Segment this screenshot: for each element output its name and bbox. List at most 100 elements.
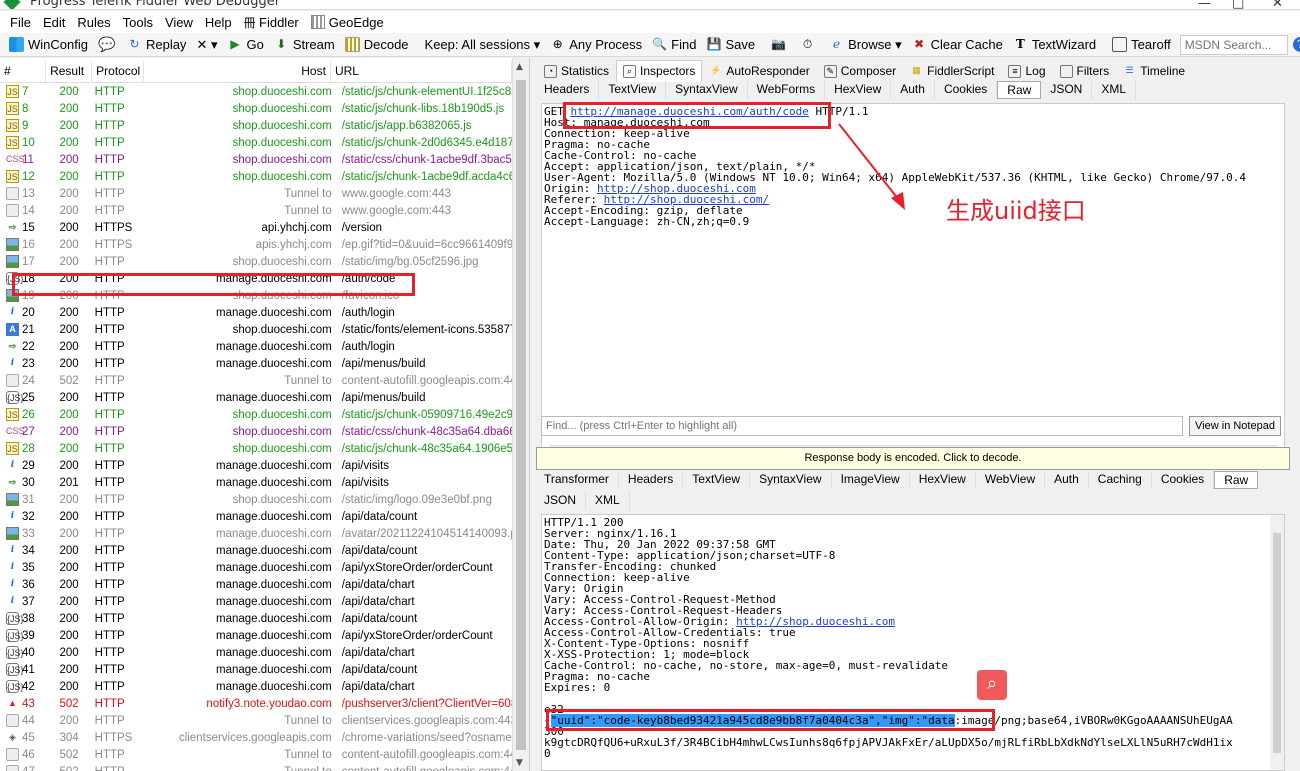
resp-tab-headers[interactable]: Headers [619, 471, 684, 489]
session-row[interactable]: i 29 200 HTTP manage.duoceshi.com/api/visits [0, 457, 512, 474]
keep-sessions-dropdown[interactable]: Keep: All sessions ▾ [420, 34, 546, 56]
session-row[interactable]: JS 8 200 HTTP shop.duoceshi.com/static/js/ch… [0, 100, 512, 117]
resp-tab-xml[interactable]: XML [586, 492, 630, 510]
stream-button[interactable]: ⬇ Stream [269, 34, 340, 56]
session-row[interactable]: JS 28 200 HTTP shop.duoceshi.com/static/js/c… [0, 440, 512, 457]
resp-tab-textview[interactable]: TextView [683, 471, 751, 489]
session-row[interactable]: CSS 11 200 HTTP shop.duoceshi.com/static/css… [0, 151, 512, 168]
tab-timeline[interactable]: ☰ Timeline [1116, 60, 1192, 82]
tab-filters[interactable]: Filters [1053, 60, 1117, 82]
decode-notice-bar[interactable]: Response body is encoded. Click to decod… [536, 447, 1290, 470]
session-row[interactable]: i 32 200 HTTP manage.duoceshi.com/api/data/c… [0, 508, 512, 525]
session-row[interactable]: 17 200 HTTP shop.duoceshi.com/static/img/bg… [0, 253, 512, 270]
menu-help[interactable]: Help [201, 15, 240, 30]
save-button[interactable]: 💾 Save [701, 34, 760, 56]
menu-rules[interactable]: Rules [73, 15, 118, 30]
resp-tab-raw[interactable]: Raw [1214, 471, 1259, 489]
find-input[interactable] [541, 416, 1183, 436]
req-tab-hexview[interactable]: HexView [825, 81, 892, 99]
session-row[interactable]: {JS} 18 200 HTTP manage.duoceshi.com/auth/co… [0, 270, 512, 287]
minimize-button[interactable]: — [1198, 0, 1211, 9]
decode-button[interactable]: Decode [340, 34, 414, 56]
comment-button[interactable]: 💬 [93, 34, 122, 56]
menu-geoedge[interactable]: GeoEdge [307, 14, 392, 30]
session-row[interactable]: i 37 200 HTTP manage.duoceshi.com/api/data/c… [0, 593, 512, 610]
resp-tab-cookies[interactable]: Cookies [1152, 471, 1215, 489]
screenshot-button[interactable]: 📷 [766, 34, 795, 56]
col-url[interactable]: URL [331, 61, 513, 83]
go-button[interactable]: ▶ Go [222, 34, 268, 56]
tab-log[interactable]: ≡ Log [1001, 60, 1052, 82]
msdn-search-input[interactable] [1179, 34, 1288, 55]
session-row[interactable]: i 35 200 HTTP manage.duoceshi.com/api/yxStor… [0, 559, 512, 576]
sessions-scrollbar[interactable]: ▲ ▼ [512, 58, 529, 771]
tab-autoresponder[interactable]: ⚡ AutoResponder [702, 60, 816, 82]
uuid-highlight[interactable]: "uuid":"code-keyb8bed93421a945cd8e9bb8f7… [550, 714, 955, 727]
response-raw-view[interactable]: HTTP/1.1 200 Server: nginx/1.16.1 Date: … [541, 514, 1285, 771]
session-row[interactable]: i 34 200 HTTP manage.duoceshi.com/api/data/c… [0, 542, 512, 559]
req-tab-auth[interactable]: Auth [891, 81, 935, 99]
session-row[interactable]: JS 10 200 HTTP shop.duoceshi.com/static/js/c… [0, 134, 512, 151]
col-protocol[interactable]: Protocol [92, 61, 145, 83]
session-row[interactable]: {JS} 25 200 HTTP manage.duoceshi.com/api/men… [0, 389, 512, 406]
session-row[interactable]: A 21 200 HTTP shop.duoceshi.com/static/fonts… [0, 321, 512, 338]
remove-button[interactable]: ✕ ▾ [191, 34, 222, 56]
tab-inspectors[interactable]: ⌕ Inspectors [616, 60, 703, 82]
session-row[interactable]: ⇨ 30 201 HTTP manage.duoceshi.com/api/visits [0, 474, 512, 491]
winconfig-button[interactable]: WinConfig [4, 34, 93, 56]
clear-cache-button[interactable]: ✖ Clear Cache [907, 34, 1008, 56]
timer-button[interactable]: ⏱ [795, 34, 824, 56]
tab-fiddlerscript[interactable]: ▦ FiddlerScript [903, 60, 1001, 82]
session-row[interactable]: 33 200 HTTP manage.duoceshi.com/avatar/2021… [0, 525, 512, 542]
textwizard-button[interactable]: T TextWizard [1008, 34, 1101, 56]
req-tab-webforms[interactable]: WebForms [748, 81, 826, 99]
close-button[interactable]: ✕ [1272, 0, 1283, 9]
resp-tab-syntaxview[interactable]: SyntaxView [750, 471, 832, 489]
replay-button[interactable]: ↻ Replay [122, 34, 191, 56]
tab-composer[interactable]: ✎ Composer [817, 60, 903, 82]
session-row[interactable]: 24 502 HTTP Tunnel to content-autofill.googl… [0, 372, 512, 389]
resp-tab-json[interactable]: JSON [535, 492, 587, 510]
session-row[interactable]: JS 9 200 HTTP shop.duoceshi.com/static/js/ap… [0, 117, 512, 134]
resp-tab-auth[interactable]: Auth [1045, 471, 1089, 489]
scroll-up-icon[interactable]: ▲ [516, 62, 523, 72]
session-row[interactable]: {JS} 40 200 HTTP manage.duoceshi.com/api/dat… [0, 644, 512, 661]
session-row[interactable]: i 36 200 HTTP manage.duoceshi.com/api/data/c… [0, 576, 512, 593]
menu-view[interactable]: View [161, 15, 201, 30]
session-row[interactable]: 13 200 HTTP Tunnel to www.google.com:443 [0, 185, 512, 202]
session-row[interactable]: 44 200 HTTP Tunnel to clientservices.googlea… [0, 712, 512, 729]
maximize-button[interactable]: □ [1232, 0, 1244, 9]
browse-button[interactable]: ℯ Browse ▾ [824, 34, 907, 56]
menu-fiddler[interactable]: 冊 Fiddler [240, 14, 307, 31]
scroll-thumb[interactable] [516, 80, 526, 750]
session-row[interactable]: CSS 27 200 HTTP shop.duoceshi.com/static/css… [0, 423, 512, 440]
session-row[interactable]: i 23 200 HTTP manage.duoceshi.com/api/menus/… [0, 355, 512, 372]
req-tab-textview[interactable]: TextView [599, 81, 667, 99]
session-row[interactable]: {JS} 42 200 HTTP manage.duoceshi.com/api/dat… [0, 678, 512, 695]
response-scrollbar[interactable] [1270, 515, 1284, 770]
menu-edit[interactable]: Edit [39, 15, 73, 30]
resp-tab-transformer[interactable]: Transformer [535, 471, 619, 489]
session-row[interactable]: JS 26 200 HTTP shop.duoceshi.com/static/js/c… [0, 406, 512, 423]
req-tab-xml[interactable]: XML [1092, 81, 1137, 99]
find-button[interactable]: 🔍 Find [647, 34, 701, 56]
session-row[interactable]: i 20 200 HTTP manage.duoceshi.com/auth/login [0, 304, 512, 321]
response-scroll-thumb[interactable] [1273, 533, 1281, 753]
request-raw-view[interactable]: GET http://manage.duoceshi.com/auth/code… [541, 103, 1285, 453]
req-tab-cookies[interactable]: Cookies [935, 81, 998, 99]
req-tab-headers[interactable]: Headers [535, 81, 600, 99]
scroll-down-icon[interactable]: ▼ [516, 758, 523, 768]
help-button[interactable]: ? [1288, 34, 1300, 56]
col-host[interactable]: Host [144, 61, 331, 83]
resp-tab-webview[interactable]: WebView [976, 471, 1046, 489]
resp-tab-hexview[interactable]: HexView [910, 471, 976, 489]
view-in-notepad-button[interactable]: View in Notepad [1189, 416, 1281, 436]
floating-search-icon[interactable]: ⌕ [977, 670, 1007, 700]
session-row[interactable]: 19 200 HTTP shop.duoceshi.com/favicon.ico [0, 287, 512, 304]
session-row[interactable]: {JS} 38 200 HTTP manage.duoceshi.com/api/dat… [0, 610, 512, 627]
col-result[interactable]: Result [46, 61, 93, 83]
resp-tab-imageview[interactable]: ImageView [832, 471, 910, 489]
menu-tools[interactable]: Tools [119, 15, 161, 30]
req-tab-raw[interactable]: Raw [997, 81, 1042, 99]
session-row[interactable]: 31 200 HTTP shop.duoceshi.com/static/img/lo… [0, 491, 512, 508]
